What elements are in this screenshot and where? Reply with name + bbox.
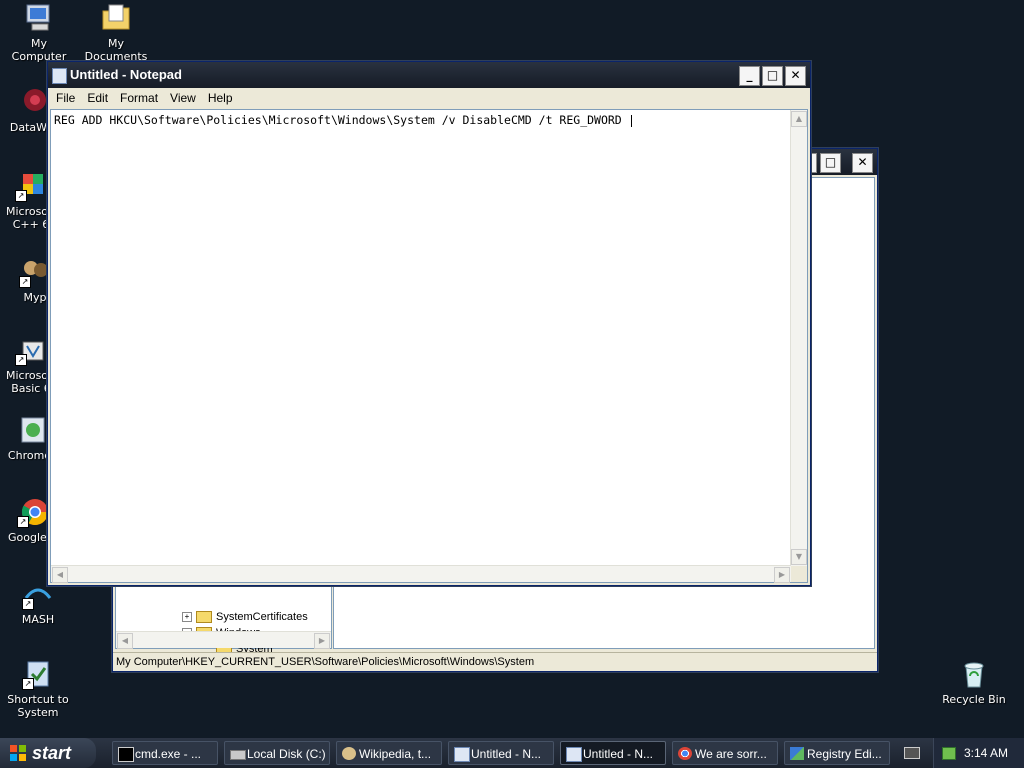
scroll-up-icon[interactable]: ▲ [791,111,807,127]
drive-icon [230,750,246,760]
scroll-down-icon[interactable]: ▼ [791,549,807,565]
taskbar-button-notepad-2[interactable]: Untitled - N... [560,741,666,765]
scroll-right-icon[interactable]: ▶ [314,633,330,649]
shortcut-system-icon: ↗ [22,658,54,690]
scroll-right-icon[interactable]: ▶ [774,567,790,583]
minimize-button[interactable]: _ [739,66,760,86]
tree-node-systemcertificates[interactable]: + SystemCertificates [182,611,308,624]
close-button[interactable]: ✕ [852,153,873,173]
scroll-left-icon[interactable]: ◀ [52,567,68,583]
menu-help[interactable]: Help [202,91,239,105]
notepad-window[interactable]: Untitled - Notepad _ □ ✕ File Edit Forma… [47,61,811,586]
notepad-icon [566,747,582,762]
shortcut-arrow-icon: ↗ [22,678,34,690]
text-caret [630,114,632,127]
desktop-icon-label: My Computer [11,37,67,63]
windows-flag-icon [10,745,26,761]
regedit-icon [790,747,804,760]
taskbar-button-local-disk[interactable]: Local Disk (C:) [224,741,330,765]
notepad-titlebar[interactable]: Untitled - Notepad _ □ ✕ [48,62,810,88]
menu-file[interactable]: File [50,91,81,105]
expand-icon[interactable]: + [182,612,192,623]
status-bar: My Computer\HKEY_CURRENT_USER\Software\P… [113,652,877,671]
desktop-icon-shortcut-system[interactable]: ↗ Shortcut to System [1,658,75,719]
taskbar-button-notepad-1[interactable]: Untitled - N... [448,741,554,765]
taskbar-button-cmd[interactable]: cmd.exe - ... [112,741,218,765]
shortcut-arrow-icon: ↗ [15,190,27,202]
google-chrome-icon: ↗ [17,496,49,528]
shortcut-arrow-icon: ↗ [19,276,31,288]
tree-horizontal-scrollbar[interactable]: ◀ ▶ [116,631,331,649]
taskbar-button-chrome[interactable]: We are sorr... [672,741,778,765]
my-computer-icon [23,2,55,34]
close-button[interactable]: ✕ [785,66,806,86]
desktop-icon-label: My Documents [84,37,148,63]
size-grip[interactable] [791,566,807,582]
desktop-icon-recycle-bin[interactable]: Recycle Bin [937,658,1011,706]
scroll-left-icon[interactable]: ◀ [117,633,133,649]
maximize-button[interactable]: □ [762,66,783,86]
notepad-icon [52,68,67,84]
folder-icon [196,611,212,624]
maximize-button[interactable]: □ [820,153,841,173]
desktop-icon-label: Shortcut to System [7,693,69,719]
clock[interactable]: 3:14 AM [964,738,1008,768]
shortcut-arrow-icon: ↗ [17,516,29,528]
menu-edit[interactable]: Edit [81,91,114,105]
start-label: start [32,743,72,763]
horizontal-scrollbar[interactable]: ◀ ▶ [51,565,791,583]
my-documents-icon [100,2,132,34]
desktop-icon-my-documents[interactable]: My Documents [79,2,153,63]
visual-basic-icon: ↗ [15,334,47,366]
start-button[interactable]: start [0,738,96,768]
taskbar: start cmd.exe - ... Local Disk (C:) Wiki… [0,738,1024,768]
desktop-icon-my-computer[interactable]: My Computer [2,2,76,63]
recycle-bin-icon [958,658,990,690]
shortcut-arrow-icon: ↗ [22,598,34,610]
notepad-icon [454,747,470,762]
network-icon[interactable] [942,747,956,760]
menu-bar: File Edit Format View Help [48,88,810,108]
desktop-icon-label: Recycle Bin [942,693,1006,706]
taskbar-button-regedit[interactable]: Registry Edi... [784,741,890,765]
taskbar-button-wikipedia[interactable]: Wikipedia, t... [336,741,442,765]
desktop-icon-label: MASH [21,613,55,626]
wikipedia-icon [342,747,356,760]
menu-view[interactable]: View [164,91,202,105]
system-tray: 3:14 AM [933,738,1024,768]
chrome-icon [678,747,692,760]
window-title: Untitled - Notepad [70,67,182,82]
cmd-icon [118,747,134,762]
keyboard-icon[interactable] [904,747,920,759]
visual-cpp-icon: ↗ [15,170,47,202]
menu-format[interactable]: Format [114,91,164,105]
shortcut-arrow-icon: ↗ [15,354,27,366]
text-editor[interactable]: REG ADD HKCU\Software\Policies\Microsoft… [50,109,808,583]
chrome-setup-icon [17,414,49,446]
editor-content[interactable]: REG ADD HKCU\Software\Policies\Microsoft… [54,113,632,127]
vertical-scrollbar[interactable]: ▲ ▼ [790,110,807,566]
